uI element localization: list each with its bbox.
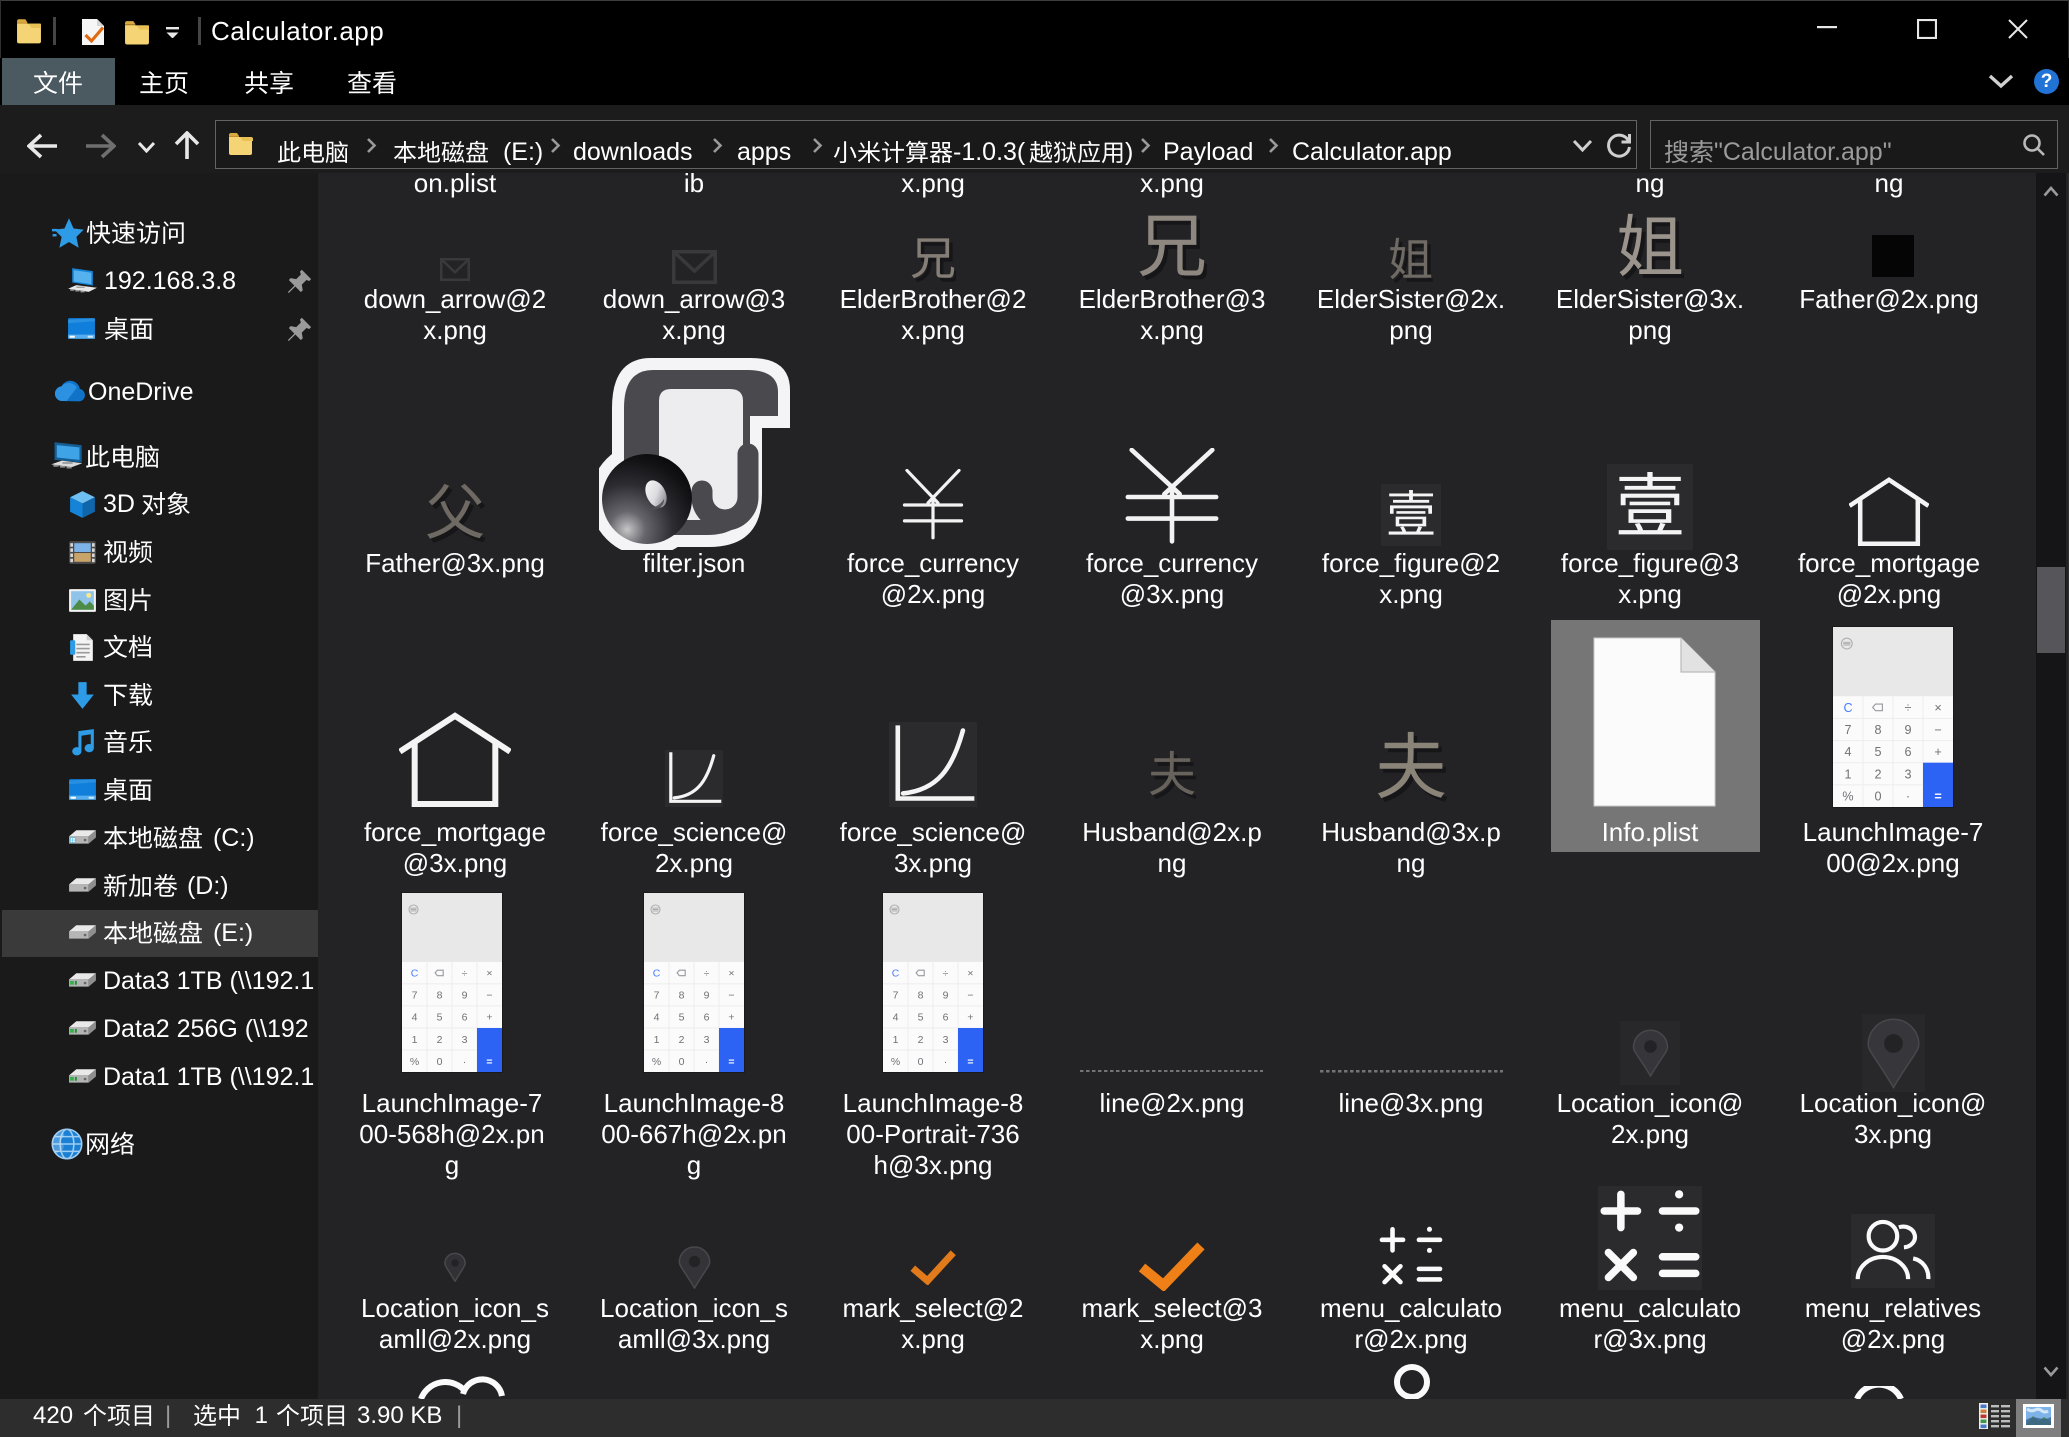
svg-text:÷: ÷ [704, 968, 710, 980]
svg-text:1: 1 [893, 1034, 899, 1046]
svg-text:5: 5 [679, 1012, 685, 1024]
svg-text:%: % [410, 1056, 419, 1068]
svg-text:2: 2 [918, 1034, 924, 1046]
svg-text:4: 4 [1844, 745, 1851, 759]
svg-text:·: · [705, 1056, 709, 1068]
svg-text:6: 6 [704, 1012, 710, 1024]
svg-text:÷: ÷ [943, 968, 949, 980]
svg-text:6: 6 [462, 1012, 468, 1024]
svg-text:1: 1 [654, 1034, 660, 1046]
svg-text:·: · [463, 1056, 467, 1068]
svg-text:·: · [944, 1056, 948, 1068]
svg-text:=: = [1934, 790, 1941, 804]
svg-text:0: 0 [918, 1056, 924, 1068]
svg-text:7: 7 [412, 990, 418, 1002]
svg-text:×: × [728, 968, 734, 980]
svg-text:·: · [1906, 790, 1910, 804]
svg-text:+: + [728, 1012, 734, 1024]
svg-text:2: 2 [679, 1034, 685, 1046]
svg-text:−: − [967, 990, 973, 1002]
svg-text:8: 8 [437, 990, 443, 1002]
svg-text:C: C [892, 968, 900, 980]
svg-text:4: 4 [893, 1012, 899, 1024]
svg-text:7: 7 [893, 990, 899, 1002]
svg-text:6: 6 [943, 1012, 949, 1024]
svg-text:5: 5 [1874, 745, 1881, 759]
svg-text:%: % [891, 1056, 900, 1068]
svg-text:×: × [1934, 701, 1941, 715]
svg-text:5: 5 [437, 1012, 443, 1024]
svg-text:5: 5 [918, 1012, 924, 1024]
svg-text:÷: ÷ [1905, 701, 1912, 715]
svg-text:7: 7 [1844, 723, 1851, 737]
svg-text:8: 8 [679, 990, 685, 1002]
svg-text:%: % [652, 1056, 661, 1068]
svg-text:+: + [1934, 745, 1941, 759]
svg-text:+: + [967, 1012, 973, 1024]
svg-text:6: 6 [1904, 745, 1911, 759]
svg-text:8: 8 [918, 990, 924, 1002]
svg-text:3: 3 [1904, 767, 1911, 781]
svg-text:8: 8 [1874, 723, 1881, 737]
svg-text:−: − [1934, 723, 1941, 737]
svg-text:−: − [486, 990, 492, 1002]
svg-text:1: 1 [412, 1034, 418, 1046]
svg-text:9: 9 [462, 990, 468, 1002]
svg-text:4: 4 [654, 1012, 660, 1024]
svg-text:3: 3 [704, 1034, 710, 1046]
svg-text:0: 0 [437, 1056, 443, 1068]
svg-text:3: 3 [943, 1034, 949, 1046]
svg-text:÷: ÷ [462, 968, 468, 980]
svg-text:9: 9 [1904, 723, 1911, 737]
svg-text:3: 3 [462, 1034, 468, 1046]
svg-text:4: 4 [412, 1012, 418, 1024]
svg-text:9: 9 [704, 990, 710, 1002]
svg-text:7: 7 [654, 990, 660, 1002]
svg-text:=: = [728, 1056, 734, 1068]
svg-text:=: = [486, 1056, 492, 1068]
svg-text:0: 0 [1874, 790, 1881, 804]
svg-text:+: + [486, 1012, 492, 1024]
svg-text:C: C [653, 968, 661, 980]
svg-text:−: − [728, 990, 734, 1002]
svg-text:=: = [967, 1056, 973, 1068]
svg-text:%: % [1842, 790, 1853, 804]
svg-text:1: 1 [1844, 767, 1851, 781]
svg-text:2: 2 [437, 1034, 443, 1046]
svg-text:C: C [411, 968, 419, 980]
svg-text:×: × [486, 968, 492, 980]
svg-text:C: C [1843, 701, 1852, 715]
svg-text:0: 0 [679, 1056, 685, 1068]
svg-text:2: 2 [1874, 767, 1881, 781]
svg-text:×: × [967, 968, 973, 980]
svg-text:9: 9 [943, 990, 949, 1002]
